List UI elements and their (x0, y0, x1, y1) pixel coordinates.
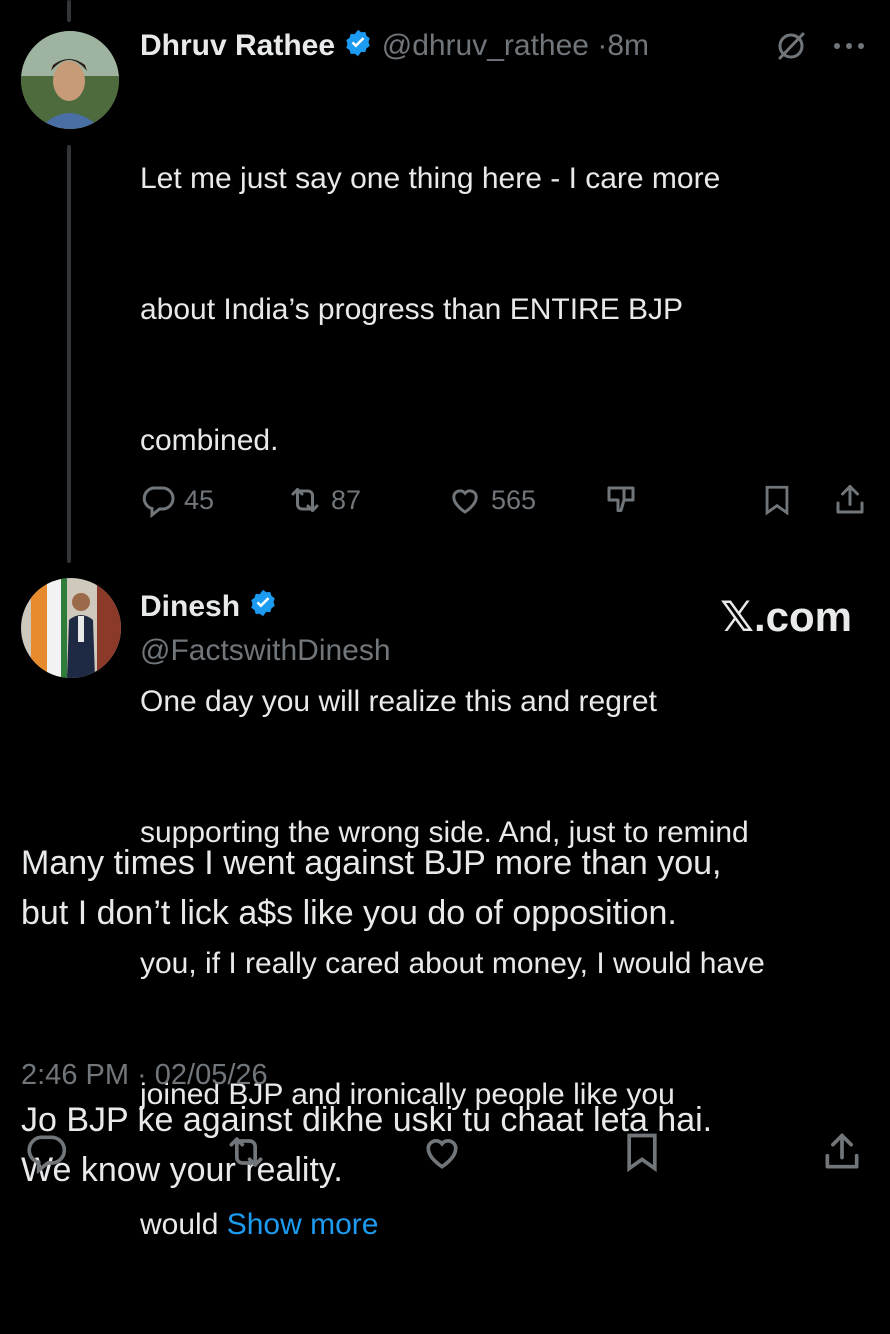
tweet-paragraph: Many times I went against BJP more than … (21, 844, 722, 932)
author-name[interactable]: Dhruv Rathee (140, 29, 335, 62)
avatar-dhruv[interactable] (21, 31, 119, 129)
reply-button[interactable] (24, 1130, 68, 1174)
author-handle[interactable]: @dhruv_rathee (382, 29, 589, 62)
post-time[interactable]: 8m (607, 29, 649, 62)
repost-button[interactable]: 87 (287, 482, 361, 518)
verified-badge-icon (343, 28, 373, 66)
downvote-icon (603, 482, 639, 518)
like-count: 565 (491, 484, 537, 515)
author-handle[interactable]: @FactswithDinesh (140, 632, 391, 670)
like-button[interactable]: 565 (447, 482, 536, 518)
text-line: One day you will realize this and regret (140, 685, 657, 719)
avatar-dinesh[interactable] (21, 578, 121, 678)
main-tweet-text: Many times I went against BJP more than … (21, 738, 871, 1295)
post-timestamp[interactable]: 2:46 PM · 02/05/26 (21, 1059, 268, 1092)
reply-icon (24, 1130, 68, 1174)
parent-header: Dhruv Rathee @dhruv_rathee ·8m (140, 28, 649, 66)
share-button[interactable] (832, 482, 868, 518)
separator: · (597, 28, 608, 62)
bookmark-button[interactable] (620, 1130, 664, 1174)
repost-icon (222, 1130, 270, 1174)
main-header: Dinesh @FactswithDinesh (140, 588, 391, 670)
watermark: 𝕏.com (720, 593, 852, 640)
text-line (140, 550, 870, 594)
repost-button[interactable] (222, 1130, 270, 1174)
more-icon[interactable] (833, 41, 865, 51)
share-icon (820, 1130, 864, 1174)
share-button[interactable] (820, 1130, 864, 1174)
like-icon (418, 1130, 466, 1174)
repost-icon (287, 482, 323, 518)
like-icon (447, 482, 483, 518)
share-icon (832, 482, 868, 518)
thread-line-top (67, 0, 71, 22)
bookmark-button[interactable] (760, 482, 794, 518)
downvote-button[interactable] (603, 482, 639, 518)
author-name[interactable]: Dinesh (140, 590, 240, 623)
bookmark-icon (620, 1130, 664, 1174)
reply-button[interactable]: 45 (140, 482, 214, 518)
repost-count: 87 (331, 484, 362, 515)
text-line: Let me just say one thing here - I care … (140, 162, 721, 196)
like-button[interactable] (418, 1130, 466, 1174)
reply-icon (140, 482, 176, 518)
thread-line (67, 145, 71, 563)
verified-badge-icon (248, 588, 278, 628)
text-line: combined. (140, 423, 279, 457)
grok-icon[interactable] (775, 30, 807, 62)
text-line: about India’s progress than ENTIRE BJP (140, 292, 684, 326)
bookmark-icon (760, 482, 794, 518)
reply-count: 45 (184, 484, 215, 515)
